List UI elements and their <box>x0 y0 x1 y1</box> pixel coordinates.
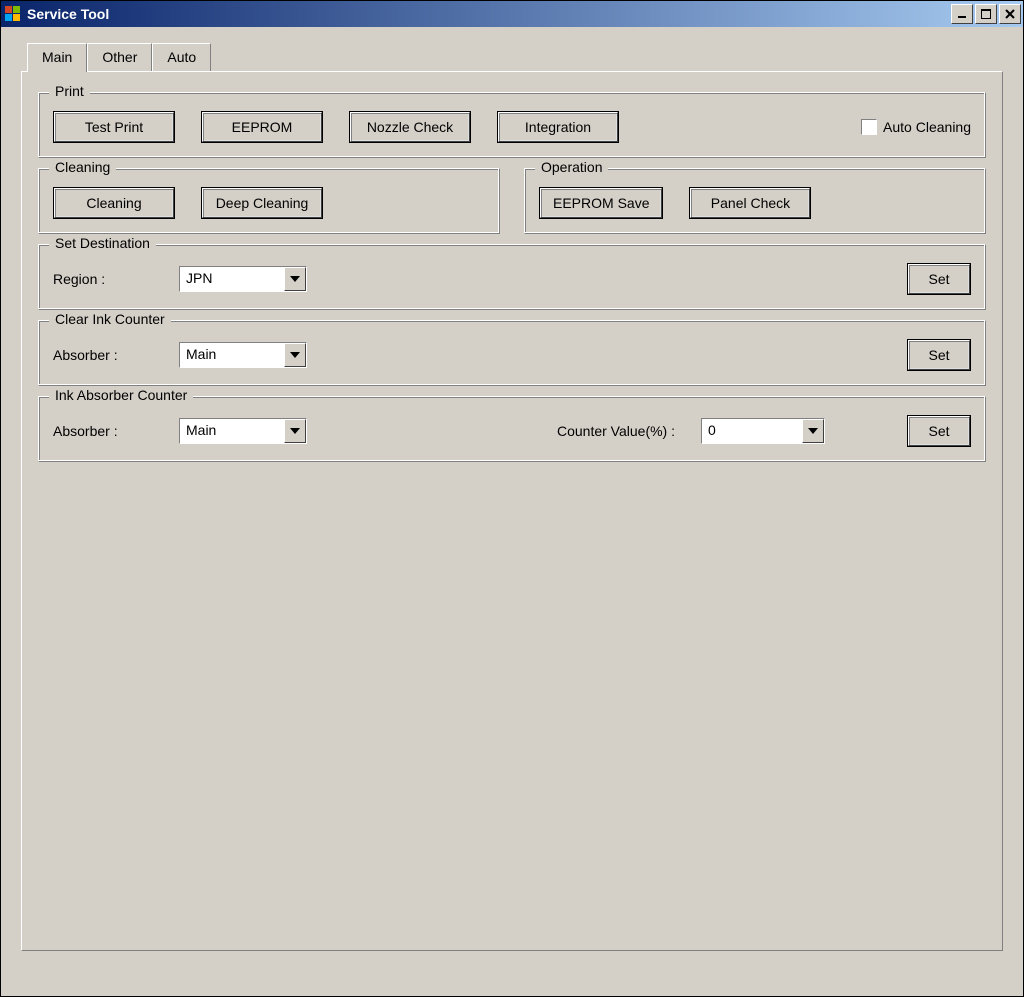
chevron-down-icon <box>802 419 824 443</box>
group-operation-legend: Operation <box>535 159 608 175</box>
ink-absorber-combobox[interactable]: Main <box>179 418 307 444</box>
group-cleaning-legend: Cleaning <box>49 159 116 175</box>
clear-ink-absorber-value: Main <box>180 343 284 367</box>
tab-page-main: Print Test Print EEPROM Nozzle Check Int… <box>21 71 1003 951</box>
close-button[interactable] <box>999 4 1021 24</box>
group-set-destination: Set Destination Region : JPN Set <box>38 244 986 310</box>
test-print-button[interactable]: Test Print <box>54 112 174 142</box>
eeprom-button[interactable]: EEPROM <box>202 112 322 142</box>
auto-cleaning-checkbox[interactable] <box>861 119 877 135</box>
set-destination-set-button[interactable]: Set <box>908 264 970 294</box>
group-ink-absorber: Ink Absorber Counter Absorber : Main Cou… <box>38 396 986 462</box>
tab-auto[interactable]: Auto <box>152 43 211 71</box>
minimize-button[interactable] <box>951 4 973 24</box>
nozzle-check-button[interactable]: Nozzle Check <box>350 112 470 142</box>
clear-ink-absorber-label: Absorber : <box>53 347 153 363</box>
chevron-down-icon <box>284 343 306 367</box>
cleaning-button[interactable]: Cleaning <box>54 188 174 218</box>
window-frame: Service Tool printkita.com Main Other Au… <box>0 0 1024 997</box>
group-operation: Operation EEPROM Save Panel Check <box>524 168 986 234</box>
chevron-down-icon <box>284 419 306 443</box>
integration-button[interactable]: Integration <box>498 112 618 142</box>
tab-control: Main Other Auto Print Test Print EEPROM … <box>21 43 1003 951</box>
panel-check-button[interactable]: Panel Check <box>690 188 810 218</box>
group-print: Print Test Print EEPROM Nozzle Check Int… <box>38 92 986 158</box>
deep-cleaning-button[interactable]: Deep Cleaning <box>202 188 322 218</box>
counter-value-combobox[interactable]: 0 <box>701 418 825 444</box>
window-title: Service Tool <box>27 6 949 22</box>
clear-ink-set-button[interactable]: Set <box>908 340 970 370</box>
app-icon <box>5 6 21 22</box>
tab-main[interactable]: Main <box>27 43 87 72</box>
group-cleaning: Cleaning Cleaning Deep Cleaning <box>38 168 500 234</box>
group-clear-ink-legend: Clear Ink Counter <box>49 311 171 327</box>
tab-strip: Main Other Auto <box>27 43 1003 71</box>
counter-value: 0 <box>702 419 802 443</box>
maximize-button[interactable] <box>975 4 997 24</box>
client-area: printkita.com Main Other Auto Print Test… <box>1 27 1023 996</box>
region-value: JPN <box>180 267 284 291</box>
ink-absorber-value: Main <box>180 419 284 443</box>
region-combobox[interactable]: JPN <box>179 266 307 292</box>
ink-absorber-set-button[interactable]: Set <box>908 416 970 446</box>
clear-ink-absorber-combobox[interactable]: Main <box>179 342 307 368</box>
auto-cleaning-label: Auto Cleaning <box>883 119 971 135</box>
titlebar: Service Tool <box>1 1 1023 27</box>
counter-value-label: Counter Value(%) : <box>557 423 675 439</box>
group-set-destination-legend: Set Destination <box>49 235 156 251</box>
group-print-legend: Print <box>49 83 90 99</box>
region-label: Region : <box>53 271 153 287</box>
eeprom-save-button[interactable]: EEPROM Save <box>540 188 662 218</box>
chevron-down-icon <box>284 267 306 291</box>
group-clear-ink: Clear Ink Counter Absorber : Main Set <box>38 320 986 386</box>
tab-other[interactable]: Other <box>87 43 152 71</box>
ink-absorber-label: Absorber : <box>53 423 153 439</box>
group-ink-absorber-legend: Ink Absorber Counter <box>49 387 193 403</box>
